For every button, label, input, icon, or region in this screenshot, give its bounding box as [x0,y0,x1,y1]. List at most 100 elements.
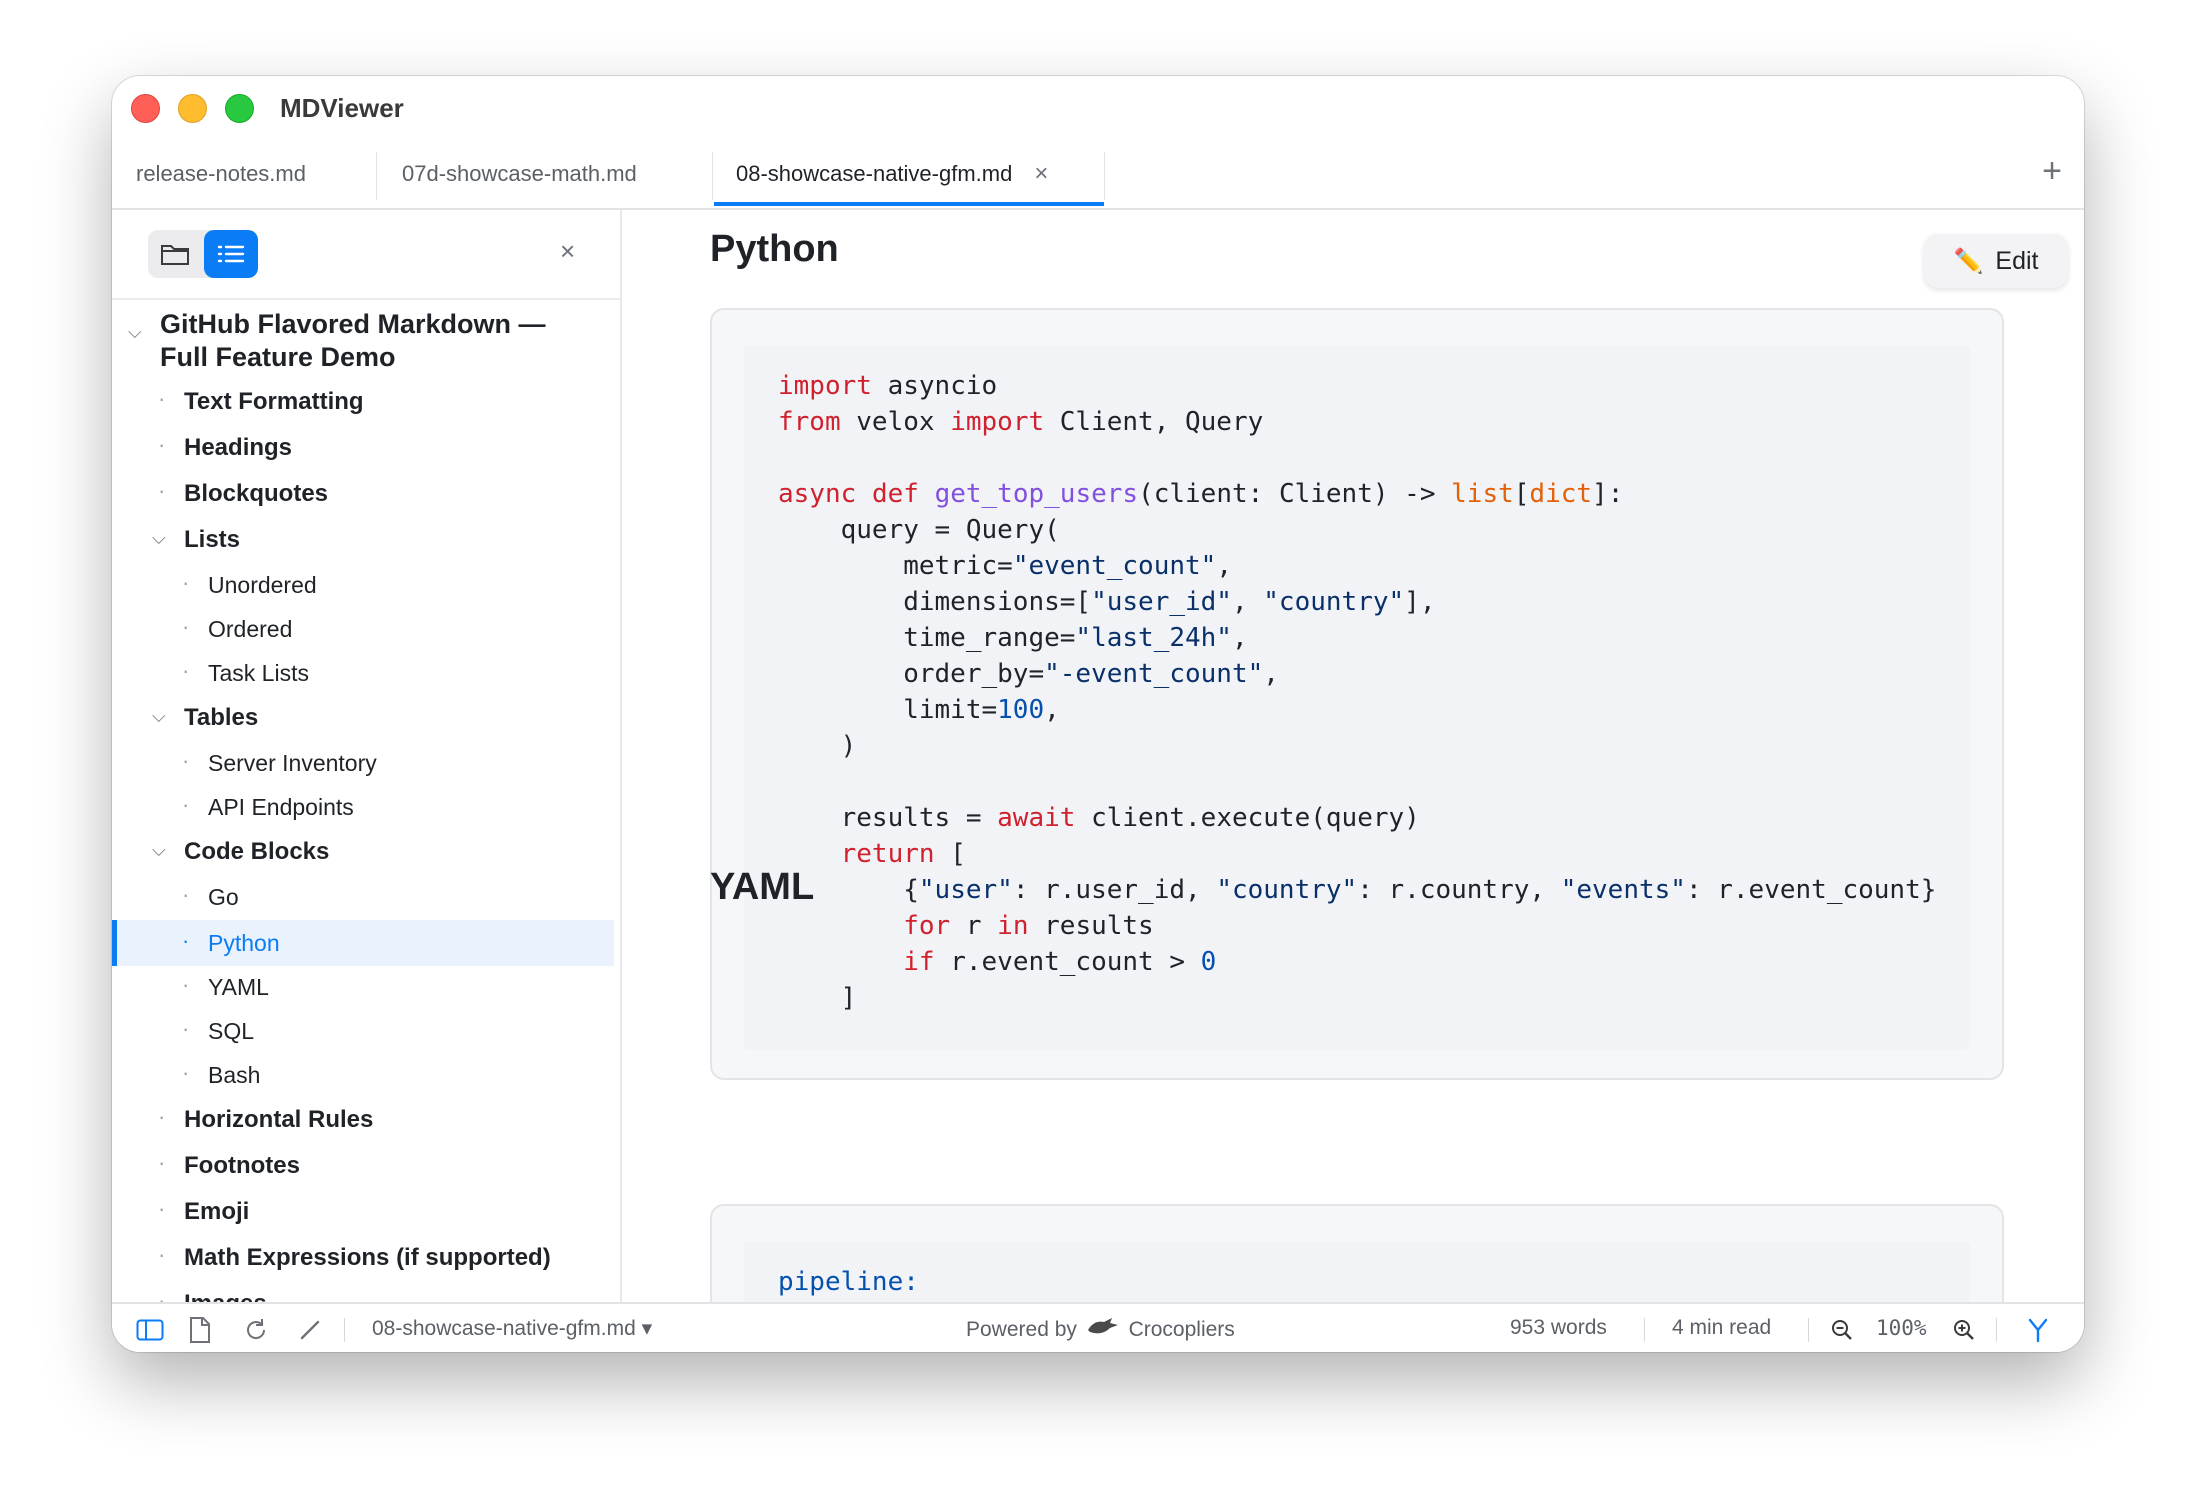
section-heading-python: Python [710,228,839,270]
outline-item-bash[interactable]: · Bash [112,1054,614,1096]
outline-item-blockquotes[interactable]: · Blockquotes [112,472,614,514]
tab-label: 08-showcase-native-gfm.md [736,161,1013,186]
code-line: ] [778,983,857,1013]
tab-label: 07d-showcase-math.md [402,161,637,186]
code-line: results = await client.execute(query) [778,803,1420,833]
status-bar: 08-showcase-native-gfm.md ▾ Powered by C… [112,1302,2084,1352]
toggle-sidebar-icon[interactable] [136,1316,164,1344]
bullet-icon: · [158,1150,166,1175]
outline-item-yaml[interactable]: · YAML [112,966,614,1008]
zoom-in-icon[interactable] [1950,1316,1978,1344]
outline-item-label: Python [208,930,280,956]
outline-item-images[interactable]: · Images [112,1282,614,1302]
sidebar-toolbar: × [112,210,620,300]
code-line: pipeline: [778,1267,919,1297]
outline-item-label: Horizontal Rules [184,1106,374,1133]
tab-close-icon[interactable]: × [1034,160,1048,188]
outline-item-go[interactable]: · Go [112,876,614,918]
outline-item-tables[interactable]: ⌵ Tables [112,696,614,738]
bullet-icon: · [182,570,190,595]
file-picker[interactable]: 08-showcase-native-gfm.md ▾ [372,1316,652,1341]
code-line: limit=100, [778,695,1060,725]
outline-item-headings[interactable]: · Headings [112,426,614,468]
edit-button-label: Edit [1995,246,2039,275]
code-block-yaml: pipeline: [710,1204,2004,1302]
bullet-icon: · [182,614,190,639]
bullet-icon: · [158,478,166,503]
app-window: MDViewer release-notes.md 07d-showcase-m… [112,76,2084,1352]
outline-item-task-lists[interactable]: · Task Lists [112,652,614,694]
outline-item-ordered[interactable]: · Ordered [112,608,614,650]
outline-item-math-expressions[interactable]: · Math Expressions (if supported) [112,1236,614,1278]
reload-icon[interactable] [242,1316,270,1344]
outline-item-label: Server Inventory [208,750,377,776]
outline-item-python[interactable]: · Python [112,920,614,966]
outline-item-sql[interactable]: · SQL [112,1010,614,1052]
bullet-icon: · [182,748,190,773]
folder-view-button[interactable] [148,230,202,278]
close-window-button[interactable] [131,94,160,123]
outline-item-text-formatting[interactable]: · Text Formatting [112,380,614,422]
outline-item-horizontal-rules[interactable]: · Horizontal Rules [112,1098,614,1140]
crocodile-logo-icon [1083,1316,1123,1342]
word-count: 953 words [1510,1316,1607,1339]
branch-icon[interactable] [2024,1316,2052,1344]
outline-item-title[interactable]: ⌵ GitHub Flavored Markdown — Full Featur… [112,306,614,376]
code-line: dimensions=["user_id", "country"], [778,587,1436,617]
code-line: if r.event_count > 0 [903,947,1217,977]
powered-by-label: Powered by [966,1318,1077,1341]
outline-item-footnotes[interactable]: · Footnotes [112,1144,614,1186]
outline-item-label: Lists [184,526,241,553]
bullet-icon: · [182,928,190,953]
active-item-indicator [112,920,117,966]
code-line: import asyncio [778,371,998,401]
bullet-icon: · [158,1196,166,1221]
tab-showcase-math[interactable]: 07d-showcase-math.md [402,142,637,206]
outline-item-unordered[interactable]: · Unordered [112,564,614,606]
status-divider [1644,1318,1645,1342]
document-content: Python ✏️ Edit import asyncio from velox… [622,210,2084,1302]
bullet-icon: · [158,1288,166,1302]
outline-item-code-blocks[interactable]: ⌵ Code Blocks [112,830,614,872]
outline-item-emoji[interactable]: · Emoji [112,1190,614,1232]
status-divider [1808,1318,1809,1342]
outline-item-label: Unordered [208,572,317,598]
chevron-down-icon[interactable]: ⌵ [128,322,142,343]
active-tab-indicator [714,202,1104,206]
outline-item-label: Bash [208,1062,261,1088]
bullet-icon: · [182,1016,190,1041]
chevron-down-icon[interactable]: ⌵ [152,528,166,549]
edit-button[interactable]: ✏️ Edit [1924,234,2068,288]
chevron-down-icon: ▾ [641,1317,653,1340]
outline-item-server-inventory[interactable]: · Server Inventory [112,742,614,784]
code-line: order_by="-event_count", [778,659,1279,689]
minimize-window-button[interactable] [178,94,207,123]
tab-divider [712,152,713,200]
code-line: from velox import Client, Query [778,407,1264,437]
tab-release-notes[interactable]: release-notes.md [136,142,306,206]
bullet-icon: · [182,658,190,683]
bullet-icon: · [182,972,190,997]
read-time: 4 min read [1672,1316,1772,1339]
outline-item-label: Emoji [184,1198,250,1225]
chevron-down-icon[interactable]: ⌵ [152,840,166,861]
chevron-down-icon[interactable]: ⌵ [152,706,166,727]
pencil-icon[interactable] [296,1316,324,1344]
code-line: return [ [840,839,966,869]
zoom-out-icon[interactable] [1828,1316,1856,1344]
outline-view-button[interactable] [204,230,258,278]
outline-item-lists[interactable]: ⌵ Lists [112,518,614,560]
zoom-window-button[interactable] [225,94,254,123]
outline-item-api-endpoints[interactable]: · API Endpoints [112,786,614,828]
sidebar-close-icon[interactable]: × [560,236,575,267]
code-line: metric="event_count", [778,551,1232,581]
new-document-icon[interactable] [186,1316,214,1344]
bullet-icon: · [182,882,190,907]
bullet-icon: · [158,1242,166,1267]
code-line: for r in results [903,911,1154,941]
pencil-icon: ✏️ [1953,247,1984,275]
brand-name: Crocopliers [1128,1318,1235,1341]
tab-showcase-native-gfm[interactable]: 08-showcase-native-gfm.md × [736,142,1048,206]
new-tab-button[interactable]: + [2042,152,2062,191]
outline-item-label: Headings [184,434,293,461]
